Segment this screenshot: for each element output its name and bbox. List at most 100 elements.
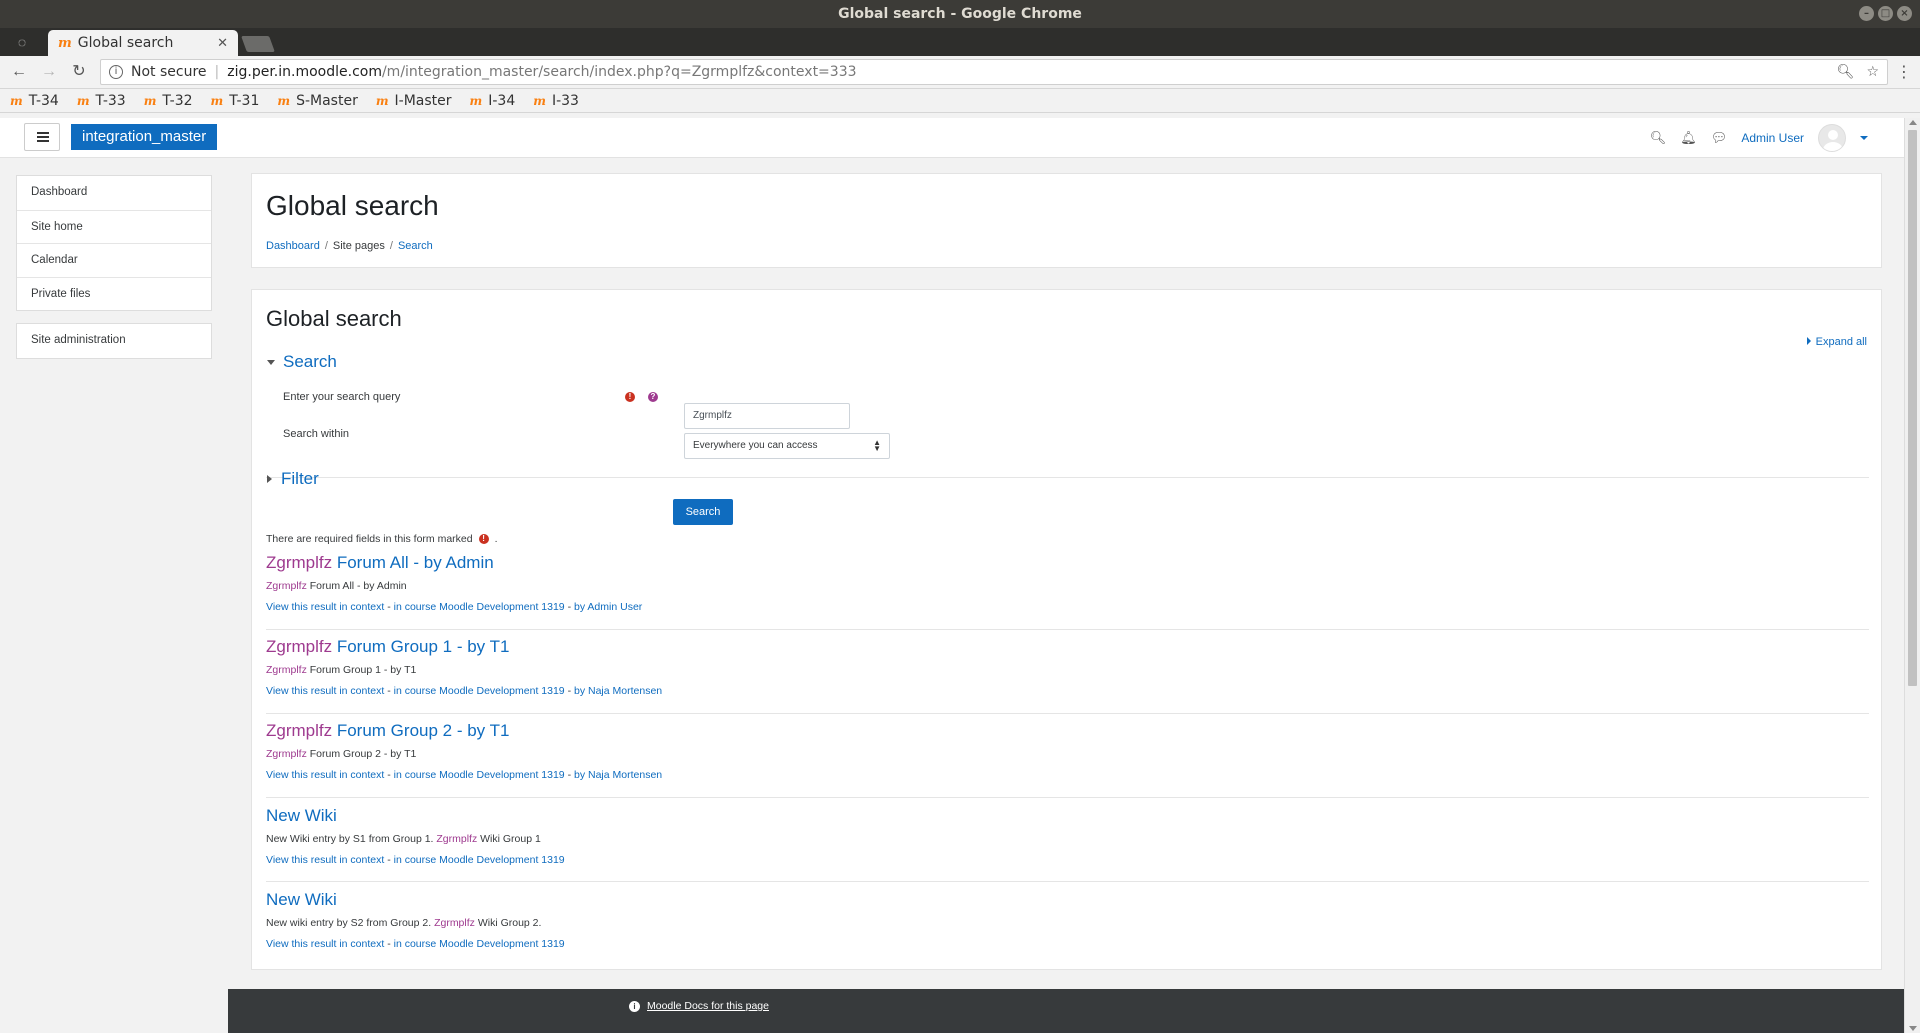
tab-global-search[interactable]: m Global search ✕ <box>48 30 238 56</box>
author-link[interactable]: by Naja Mortensen <box>574 685 662 697</box>
sidebar-item-site-home[interactable]: Site home <box>17 209 211 244</box>
result-description: New Wiki entry by S1 from Group 1. Zgrmp… <box>266 833 541 845</box>
zoom-icon[interactable]: 🔍︎ <box>1837 64 1855 80</box>
bookmark-item[interactable]: m I-Master <box>376 93 452 109</box>
drawer-toggle-button[interactable] <box>24 123 60 151</box>
scroll-down-icon[interactable] <box>1909 1026 1917 1031</box>
view-in-context-link[interactable]: View this result in context <box>266 601 384 613</box>
window-controls: – □ × <box>1859 6 1912 21</box>
search-within-select[interactable]: Everywhere you can access ▲ ▼ <box>684 433 890 459</box>
moodle-favicon-icon: m <box>375 93 389 108</box>
course-link[interactable]: in course Moodle Development 1319 <box>394 601 565 613</box>
moodle-favicon-icon: m <box>210 93 224 108</box>
user-name[interactable]: Admin User <box>1741 131 1804 145</box>
tab-close-icon[interactable]: ✕ <box>217 36 228 51</box>
search-result: Zgrmplfz Forum Group 2 - by T1 Zgrmplfz … <box>266 721 1869 782</box>
result-description: Zgrmplfz Forum All - by Admin <box>266 580 407 592</box>
moodle-favicon-icon: m <box>58 35 72 51</box>
bookmark-item[interactable]: m T-32 <box>144 93 193 109</box>
result-title-link[interactable]: New Wiki <box>266 806 1869 826</box>
result-description: Zgrmplfz Forum Group 2 - by T1 <box>266 748 417 760</box>
section-divider <box>266 477 1869 478</box>
page-viewport: integration_master 🔍︎ 🔔︎ 💬︎ Admin User D… <box>0 118 1904 1033</box>
help-icon[interactable]: ? <box>648 392 658 402</box>
url-host: zig.per.in.moodle.com <box>227 64 382 80</box>
bookmark-item[interactable]: m T-31 <box>211 93 260 109</box>
author-link[interactable]: by Naja Mortensen <box>574 769 662 781</box>
result-divider <box>266 629 1869 630</box>
caret-right-icon <box>267 475 272 483</box>
breadcrumb-search[interactable]: Search <box>398 240 433 252</box>
bookmark-star-icon[interactable]: ☆ <box>1866 64 1879 80</box>
back-icon[interactable]: ← <box>6 59 32 85</box>
view-in-context-link[interactable]: View this result in context <box>266 854 384 866</box>
bookmark-item[interactable]: m I-33 <box>533 93 579 109</box>
page-footer: i Moodle Docs for this page <box>228 989 1904 1033</box>
tab-strip: ◌ m Global search ✕ <box>0 28 1920 56</box>
avatar[interactable] <box>1818 124 1846 152</box>
maximize-icon[interactable]: □ <box>1878 6 1893 21</box>
new-tab-button[interactable] <box>241 36 275 52</box>
result-title-link[interactable]: Zgrmplfz Forum All - by Admin <box>266 553 1869 573</box>
author-link[interactable]: by Admin User <box>574 601 642 613</box>
forward-icon[interactable]: → <box>36 59 62 85</box>
course-link[interactable]: in course Moodle Development 1319 <box>394 854 565 866</box>
notifications-bell-icon[interactable]: 🔔︎ <box>1680 130 1697 146</box>
course-link[interactable]: in course Moodle Development 1319 <box>394 769 565 781</box>
bookmarks-bar: m T-34 m T-33 m T-32 m T-31 m S-Master m I-Mas… <box>0 89 1920 113</box>
address-bar[interactable]: i Not secure | zig.per.in.moodle.com/m/i… <box>100 59 1888 85</box>
moodle-favicon-icon: m <box>469 93 483 108</box>
reload-icon[interactable]: ↻ <box>66 59 92 85</box>
required-icon: ! <box>625 392 635 402</box>
view-in-context-link[interactable]: View this result in context <box>266 938 384 950</box>
course-link[interactable]: in course Moodle Development 1319 <box>394 938 565 950</box>
search-submit-button[interactable]: Search <box>673 499 733 525</box>
moodle-favicon-icon: m <box>277 93 291 108</box>
site-brand-link[interactable]: integration_master <box>71 124 218 150</box>
bookmark-item[interactable]: m T-34 <box>10 93 59 109</box>
chrome-menu-icon[interactable]: ⋮ <box>1894 62 1914 82</box>
minimize-icon[interactable]: – <box>1859 6 1874 21</box>
page-header: Global search Dashboard / Site pages / Searc… <box>251 173 1882 268</box>
address-bar-actions: 🔍︎ ☆ <box>1837 64 1879 80</box>
result-meta: View this result in context - in course … <box>266 938 565 950</box>
caret-right-icon <box>1806 337 1811 345</box>
scroll-up-icon[interactable] <box>1909 120 1917 125</box>
url-path: /m/integration_master/search/index.php?q… <box>381 64 857 80</box>
info-icon[interactable]: i <box>109 65 123 79</box>
user-menu-caret-icon[interactable] <box>1860 136 1868 140</box>
bookmark-item[interactable]: m I-34 <box>470 93 516 109</box>
moodle-favicon-icon: m <box>10 93 23 108</box>
breadcrumb-dashboard[interactable]: Dashboard <box>266 240 320 252</box>
result-title-link[interactable]: Zgrmplfz Forum Group 2 - by T1 <box>266 721 1869 741</box>
sidebar-item-calendar[interactable]: Calendar <box>17 243 211 277</box>
view-in-context-link[interactable]: View this result in context <box>266 685 384 697</box>
result-divider <box>266 797 1869 798</box>
sidebar-item-site-administration[interactable]: Site administration <box>17 324 211 358</box>
filter-section-toggle[interactable]: Filter <box>267 469 319 489</box>
moodle-docs-link[interactable]: i Moodle Docs for this page <box>629 1000 769 1012</box>
sidebar-item-dashboard[interactable]: Dashboard <box>17 176 211 210</box>
result-meta: View this result in context - in course … <box>266 769 663 781</box>
scrollbar-thumb[interactable] <box>1908 130 1917 686</box>
result-title-link[interactable]: Zgrmplfz Forum Group 1 - by T1 <box>266 637 1869 657</box>
search-icon[interactable]: 🔍︎ <box>1650 130 1667 146</box>
view-in-context-link[interactable]: View this result in context <box>266 769 384 781</box>
search-section-toggle[interactable]: Search <box>267 352 337 372</box>
bookmark-item[interactable]: m S-Master <box>277 93 357 109</box>
sidebar-item-private-files[interactable]: Private files <box>17 276 211 311</box>
moodle-favicon-icon: m <box>76 93 90 108</box>
page-scrollbar[interactable] <box>1904 118 1920 1033</box>
messages-icon[interactable]: 💬︎ <box>1711 130 1728 146</box>
required-note: There are required fields in this form m… <box>266 533 498 545</box>
search-query-input[interactable]: Zgrmplfz <box>684 403 850 429</box>
breadcrumb-site-pages: Site pages <box>332 240 385 252</box>
result-meta: View this result in context - in course … <box>266 601 643 613</box>
moodle-favicon-icon: m <box>143 93 157 108</box>
bookmark-item[interactable]: m T-33 <box>77 93 126 109</box>
expand-all-link[interactable]: Expand all <box>1806 336 1867 348</box>
course-link[interactable]: in course Moodle Development 1319 <box>394 685 565 697</box>
close-window-icon[interactable]: × <box>1897 6 1912 21</box>
result-title-link[interactable]: New Wiki <box>266 890 1869 910</box>
search-result: Zgrmplfz Forum All - by Admin Zgrmplfz F… <box>266 553 1869 614</box>
